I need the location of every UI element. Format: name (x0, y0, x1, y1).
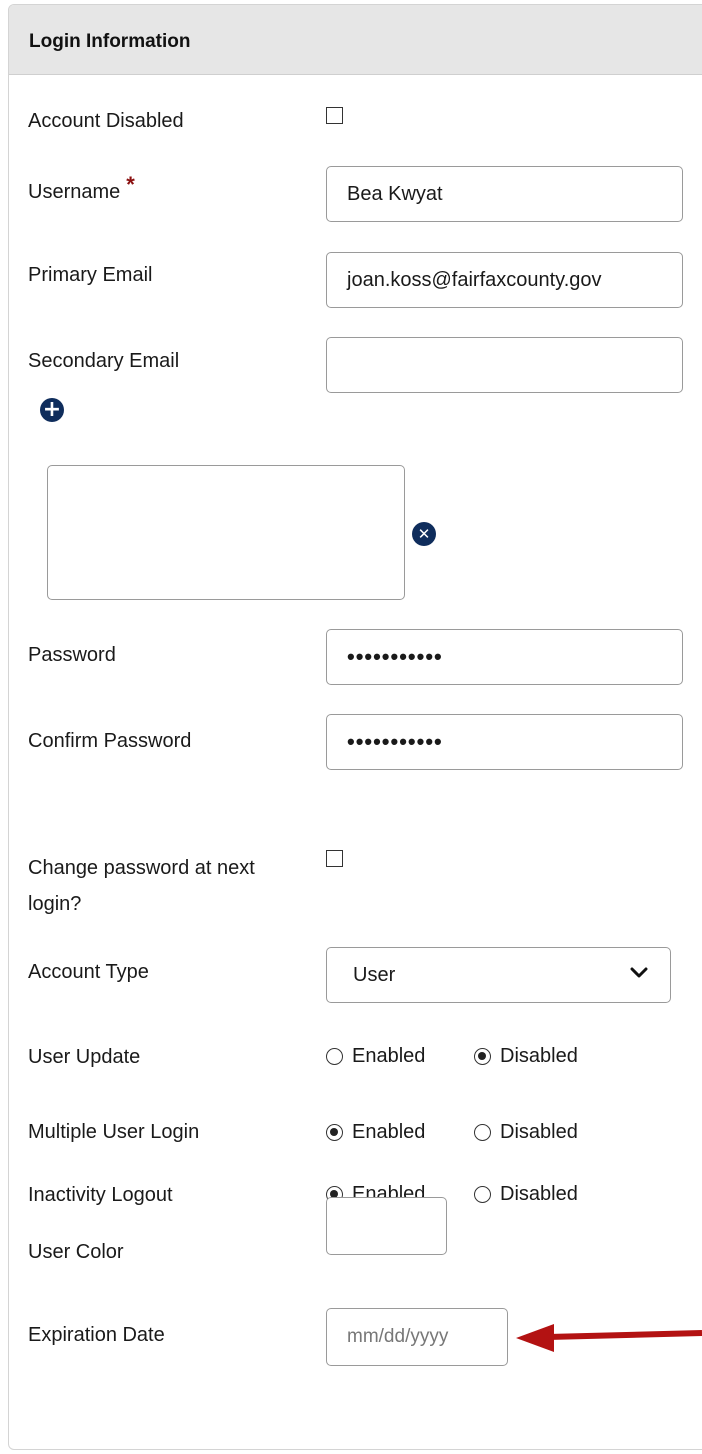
password-label: Password (28, 644, 116, 666)
change-password-label-line2: login? (28, 893, 82, 915)
chevron-down-icon (630, 967, 648, 978)
change-password-checkbox[interactable] (326, 850, 343, 867)
confirm-password-label: Confirm Password (28, 730, 192, 752)
username-input[interactable]: Bea Kwyat (326, 166, 683, 222)
multiple-user-login-disabled-label: Disabled (500, 1121, 578, 1143)
multiple-user-login-enabled-label: Enabled (352, 1121, 426, 1143)
panel-title: Login Information (29, 31, 191, 52)
expiration-date-label: Expiration Date (28, 1324, 165, 1346)
inactivity-logout-disabled-label: Disabled (500, 1183, 578, 1205)
account-type-value: User (353, 964, 396, 986)
account-disabled-label: Account Disabled (28, 110, 184, 132)
expiration-date-input[interactable]: mm/dd/yyyy (326, 1308, 508, 1366)
user-color-picker[interactable] (326, 1197, 447, 1255)
user-update-disabled-radio[interactable] (474, 1048, 491, 1065)
account-type-label: Account Type (28, 961, 149, 983)
user-update-enabled-label: Enabled (352, 1045, 426, 1067)
required-marker: * (126, 172, 135, 197)
username-label: Username * (28, 172, 135, 203)
panel-header: Login Information (9, 5, 702, 75)
primary-email-input[interactable]: joan.koss@fairfaxcounty.gov (326, 252, 683, 308)
user-update-label: User Update (28, 1046, 141, 1068)
multiple-user-login-disabled-radio[interactable] (474, 1124, 491, 1141)
multiple-user-login-label: Multiple User Login (28, 1121, 200, 1143)
multiple-user-login-enabled-radio[interactable] (326, 1124, 343, 1141)
plus-circle-icon[interactable]: + (40, 398, 64, 422)
password-input[interactable]: ••••••••••• (326, 629, 683, 685)
user-update-disabled-label: Disabled (500, 1045, 578, 1067)
user-color-label: User Color (28, 1241, 124, 1263)
user-update-enabled-radio[interactable] (326, 1048, 343, 1065)
primary-email-label: Primary Email (28, 264, 153, 286)
account-disabled-checkbox[interactable] (326, 107, 343, 124)
secondary-email-input[interactable] (326, 337, 683, 393)
inactivity-logout-label: Inactivity Logout (28, 1184, 173, 1206)
red-arrow-annotation (516, 1324, 702, 1352)
account-type-select[interactable]: User (326, 947, 671, 1003)
additional-email-box[interactable] (47, 465, 405, 600)
change-password-label-line1: Change password at next (28, 857, 255, 879)
secondary-email-label: Secondary Email (28, 350, 180, 372)
x-circle-icon[interactable]: ✕ (412, 522, 436, 546)
confirm-password-input[interactable]: ••••••••••• (326, 714, 683, 770)
inactivity-logout-disabled-radio[interactable] (474, 1186, 491, 1203)
